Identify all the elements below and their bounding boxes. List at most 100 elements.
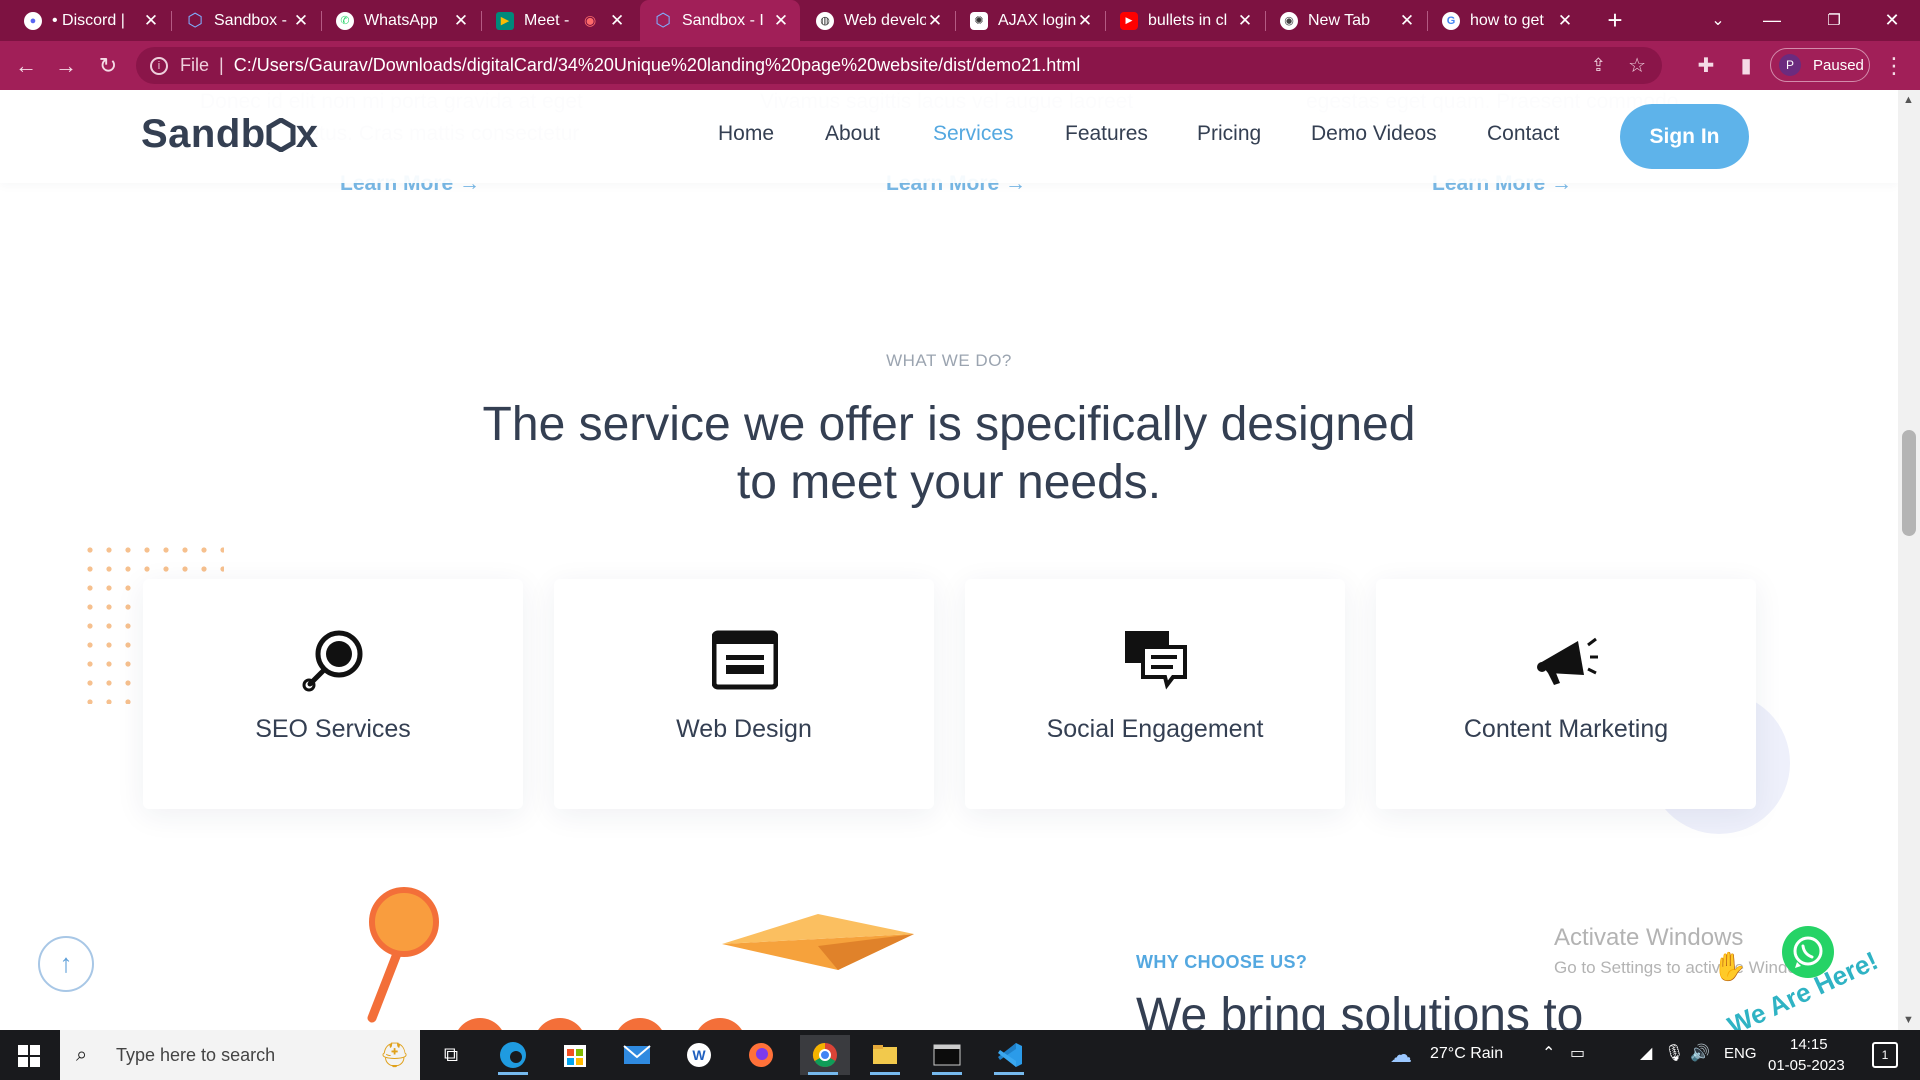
service-card-social[interactable]: Social Engagement <box>965 579 1345 809</box>
globe-icon: ◍ <box>816 11 834 30</box>
logo-text: Sandb <box>141 112 266 156</box>
network-icon[interactable]: ◢ <box>1640 1043 1652 1063</box>
back-icon[interactable]: ← <box>12 52 40 80</box>
google-icon: G <box>1442 11 1460 30</box>
tab-search-icon[interactable]: ⌄ <box>1690 0 1746 41</box>
close-tab-icon[interactable]: ✕ <box>292 11 310 31</box>
sandbox-hex-icon: ⬡ <box>187 10 203 30</box>
firefox-icon[interactable] <box>738 1035 784 1075</box>
close-tab-icon[interactable]: ✕ <box>452 11 470 31</box>
close-tab-icon[interactable]: ✕ <box>926 11 944 31</box>
clock-time[interactable]: 14:15 <box>1790 1036 1828 1053</box>
nav-home[interactable]: Home <box>718 122 774 146</box>
tab-sandbox-active[interactable]: ⬡ Sandbox - I ✕ <box>640 0 800 41</box>
tab-sandbox-1[interactable]: ⬡ Sandbox - I ✕ <box>172 0 320 41</box>
tab-title: Meet - <box>524 11 570 29</box>
profile-status: Paused <box>1813 56 1864 74</box>
terminal-icon[interactable] <box>924 1035 970 1075</box>
nav-demo-videos[interactable]: Demo Videos <box>1311 122 1437 146</box>
tab-title: bullets in cl <box>1148 11 1228 29</box>
restore-button[interactable]: ❐ <box>1806 0 1862 41</box>
vscode-icon[interactable] <box>986 1035 1032 1075</box>
close-tab-icon[interactable]: ✕ <box>142 11 160 31</box>
microphone-icon[interactable]: 🎙 <box>1664 1043 1684 1063</box>
task-view-icon[interactable]: ⧉ <box>428 1035 474 1075</box>
site-logo[interactable]: Sandb x <box>141 112 318 157</box>
volume-icon[interactable]: 🔊 <box>1690 1043 1710 1063</box>
tab-new-tab[interactable]: ◉ New Tab ✕ <box>1266 0 1426 41</box>
bookmark-star-icon[interactable]: ☆ <box>1628 53 1646 78</box>
side-panel-icon[interactable]: ▮ <box>1732 52 1760 80</box>
nav-pricing[interactable]: Pricing <box>1197 122 1261 146</box>
nav-about[interactable]: About <box>825 122 880 146</box>
close-tab-icon[interactable]: ✕ <box>608 11 626 31</box>
forward-icon[interactable]: → <box>52 52 80 80</box>
close-tab-icon[interactable]: ✕ <box>772 11 790 31</box>
windows-start-icon[interactable] <box>18 1045 40 1067</box>
share-icon[interactable]: ⇪ <box>1591 55 1606 76</box>
taskbar-search-box[interactable]: ⌕ Type here to search ⛑ <box>60 1030 420 1080</box>
close-tab-icon[interactable]: ✕ <box>1556 11 1574 31</box>
browser-window-icon <box>712 630 778 690</box>
page-scrollbar[interactable]: ▲ ▼ <box>1898 90 1920 1030</box>
service-card-seo[interactable]: SEO Services <box>143 579 523 809</box>
weather-icon[interactable]: ☁ <box>1390 1042 1412 1068</box>
mail-icon[interactable] <box>614 1035 660 1075</box>
site-navbar: Sandb x Home About Services Features Pric… <box>0 90 1898 183</box>
language-indicator[interactable]: ENG <box>1724 1045 1757 1062</box>
tab-title: how to get <box>1470 11 1544 29</box>
microsoft-store-icon[interactable] <box>552 1035 598 1075</box>
close-tab-icon[interactable]: ✕ <box>1076 11 1094 31</box>
notification-center-icon[interactable]: 1 <box>1872 1042 1898 1068</box>
address-bar[interactable]: i File | C:/Users/Gaurav/Downloads/digit… <box>136 47 1662 84</box>
section-headline: The service we offer is specifically des… <box>482 398 1416 509</box>
extensions-icon[interactable]: ✚ <box>1692 52 1720 80</box>
tab-whatsapp[interactable]: ✆ WhatsApp ✕ <box>322 0 480 41</box>
scrollbar-thumb[interactable] <box>1902 430 1916 536</box>
browser-toolbar: ← → ↻ i File | C:/Users/Gaurav/Downloads… <box>0 41 1920 90</box>
nav-features[interactable]: Features <box>1065 122 1148 146</box>
show-hidden-icons[interactable]: ⌃ <box>1542 1043 1555 1063</box>
service-card-content[interactable]: Content Marketing <box>1376 579 1756 809</box>
tab-web-develop[interactable]: ◍ Web develop ✕ <box>802 0 954 41</box>
scroll-to-top-button[interactable]: ↑ <box>38 936 94 992</box>
tab-google[interactable]: G how to get ✕ <box>1428 0 1584 41</box>
sign-in-button[interactable]: Sign In <box>1620 104 1749 169</box>
tab-title: WhatsApp <box>364 11 438 29</box>
recording-icon: ◉ <box>584 12 597 28</box>
reload-icon[interactable]: ↻ <box>94 52 122 80</box>
minimize-button[interactable]: — <box>1744 0 1800 41</box>
windows-taskbar: ⌕ Type here to search ⛑ ⧉ W ☁ 27°C Rain … <box>0 1030 1920 1080</box>
word-icon[interactable]: W <box>676 1035 722 1075</box>
info-icon[interactable]: i <box>150 56 168 75</box>
tab-ajax-login[interactable]: ✺ AJAX login ✕ <box>956 0 1104 41</box>
file-explorer-icon[interactable] <box>862 1035 908 1075</box>
tab-meet[interactable]: ▶ Meet - ◉ ✕ <box>482 0 636 41</box>
clock-date[interactable]: 01-05-2023 <box>1768 1057 1845 1074</box>
close-tab-icon[interactable]: ✕ <box>1398 11 1416 31</box>
profile-button[interactable]: P Paused <box>1770 48 1870 82</box>
battery-icon[interactable]: ▭ <box>1570 1043 1585 1063</box>
new-tab-button[interactable]: + <box>1600 5 1630 35</box>
nav-services[interactable]: Services <box>933 122 1014 146</box>
tab-discord[interactable]: ● • Discord | ✕ <box>10 0 170 41</box>
chrome-taskbar-icon[interactable] <box>800 1035 850 1075</box>
whatsapp-chat-button[interactable] <box>1782 926 1834 978</box>
logo-hex-icon <box>266 118 296 152</box>
nav-contact[interactable]: Contact <box>1487 122 1559 146</box>
service-card-web-design[interactable]: Web Design <box>554 579 934 809</box>
edge-icon[interactable] <box>490 1035 536 1075</box>
search-placeholder: Type here to search <box>116 1044 276 1065</box>
tab-youtube[interactable]: ▶ bullets in cl ✕ <box>1106 0 1264 41</box>
chatgpt-icon: ✺ <box>970 11 988 30</box>
close-tab-icon[interactable]: ✕ <box>1236 11 1254 31</box>
scroll-up-arrow-icon[interactable]: ▲ <box>1903 94 1914 106</box>
service-label: SEO Services <box>255 715 411 743</box>
weather-text[interactable]: 27°C Rain <box>1430 1045 1503 1063</box>
svg-text:W: W <box>692 1047 706 1063</box>
browser-menu-icon[interactable]: ⋮ <box>1880 52 1908 80</box>
tab-title: Sandbox - I <box>682 11 764 29</box>
sandbox-hex-icon: ⬡ <box>655 10 671 30</box>
scroll-down-arrow-icon[interactable]: ▼ <box>1903 1014 1914 1026</box>
close-window-button[interactable]: ✕ <box>1864 0 1920 41</box>
